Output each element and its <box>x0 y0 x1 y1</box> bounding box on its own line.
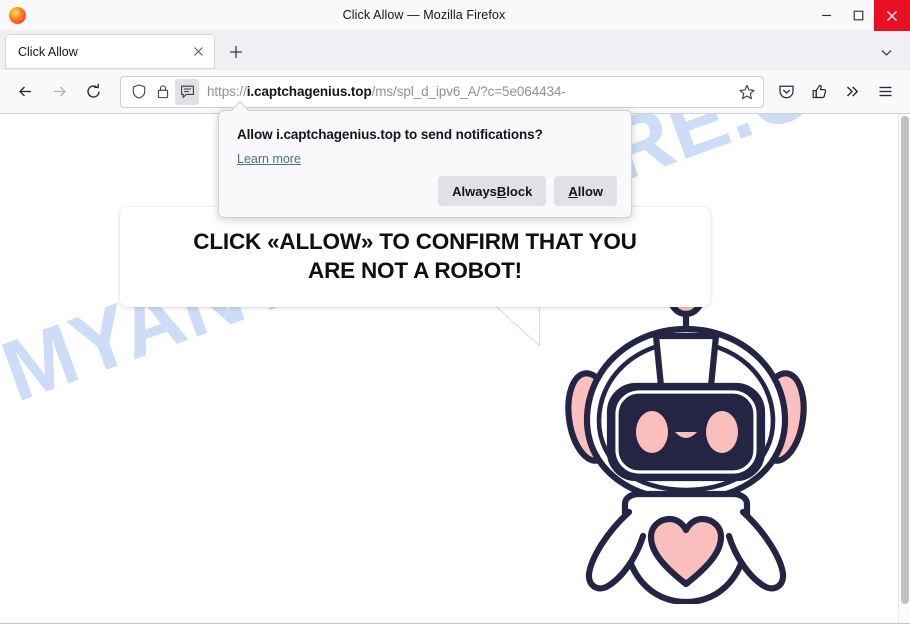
notification-bubble-icon[interactable] <box>175 78 199 105</box>
speech-line-2: ARE NOT A ROBOT! <box>308 258 522 283</box>
window-title: Click Allow — Mozilla Firefox <box>342 8 506 22</box>
url-host: i.captchagenius.top <box>246 84 372 99</box>
tab-close-icon[interactable] <box>188 42 208 62</box>
browser-tab[interactable]: Click Allow <box>5 34 215 69</box>
page-scrollbar[interactable] <box>898 114 910 624</box>
speech-bubble-card: CLICK «ALLOW» TO CONFIRM THAT YOU ARE NO… <box>120 207 710 307</box>
double-chevron-icon[interactable] <box>836 76 869 108</box>
tab-label: Click Allow <box>18 44 78 59</box>
firefox-browser-window: Click Allow — Mozilla Firefox Click Allo… <box>0 0 910 624</box>
always-block-accel-key: B <box>496 183 507 199</box>
new-tab-button[interactable] <box>221 37 251 67</box>
close-icon[interactable] <box>874 0 910 31</box>
url-text[interactable]: https://i.captchagenius.top/ms/spl_d_ipv… <box>199 84 733 99</box>
url-path: /ms/spl_d_ipv6_A/?c=5e064434- <box>371 84 566 99</box>
forward-button[interactable] <box>42 76 76 108</box>
reload-button[interactable] <box>76 76 110 108</box>
always-block-label-after: lock <box>506 183 533 199</box>
list-all-tabs-button[interactable] <box>872 38 900 66</box>
hamburger-menu-icon[interactable] <box>869 76 902 108</box>
notification-permission-popup: Allow i.captchagenius.top to send notifi… <box>218 101 632 218</box>
permission-buttons: Always Block Allow <box>438 176 617 206</box>
always-block-button[interactable]: Always Block <box>438 176 547 206</box>
title-bar: Click Allow — Mozilla Firefox <box>0 0 910 31</box>
padlock-icon[interactable] <box>151 79 175 105</box>
speech-bubble-tail <box>496 306 540 347</box>
address-bar[interactable]: https://i.captchagenius.top/ms/spl_d_ipv… <box>120 75 764 108</box>
firefox-logo-icon <box>0 0 28 31</box>
shield-icon[interactable] <box>127 79 151 105</box>
allow-accel-key: A <box>568 183 578 199</box>
allow-button[interactable]: Allow <box>554 176 617 206</box>
maximize-icon[interactable] <box>842 0 874 31</box>
permission-prompt-title: Allow i.captchagenius.top to send notifi… <box>237 127 543 142</box>
speech-bubble-text: CLICK «ALLOW» TO CONFIRM THAT YOU ARE NO… <box>171 228 658 286</box>
tab-strip: Click Allow <box>0 31 910 70</box>
back-button[interactable] <box>8 76 42 108</box>
toolbar-right-buttons <box>770 76 902 108</box>
bookmark-star-icon[interactable] <box>733 78 761 106</box>
learn-more-link[interactable]: Learn more <box>237 152 301 166</box>
allow-label-after: llow <box>577 183 603 199</box>
navigation-toolbar: https://i.captchagenius.top/ms/spl_d_ipv… <box>0 70 910 114</box>
speech-line-1: CLICK «ALLOW» TO CONFIRM THAT YOU <box>193 229 637 255</box>
url-scheme: https:// <box>207 84 247 99</box>
always-block-label-before: Always <box>452 183 497 199</box>
minimize-icon[interactable] <box>810 0 842 31</box>
extensions-icon[interactable] <box>803 76 836 108</box>
robot-mascot-icon <box>565 274 807 604</box>
window-controls <box>810 0 910 31</box>
pocket-icon[interactable] <box>770 76 803 108</box>
scrollbar-thumb[interactable] <box>901 116 909 604</box>
